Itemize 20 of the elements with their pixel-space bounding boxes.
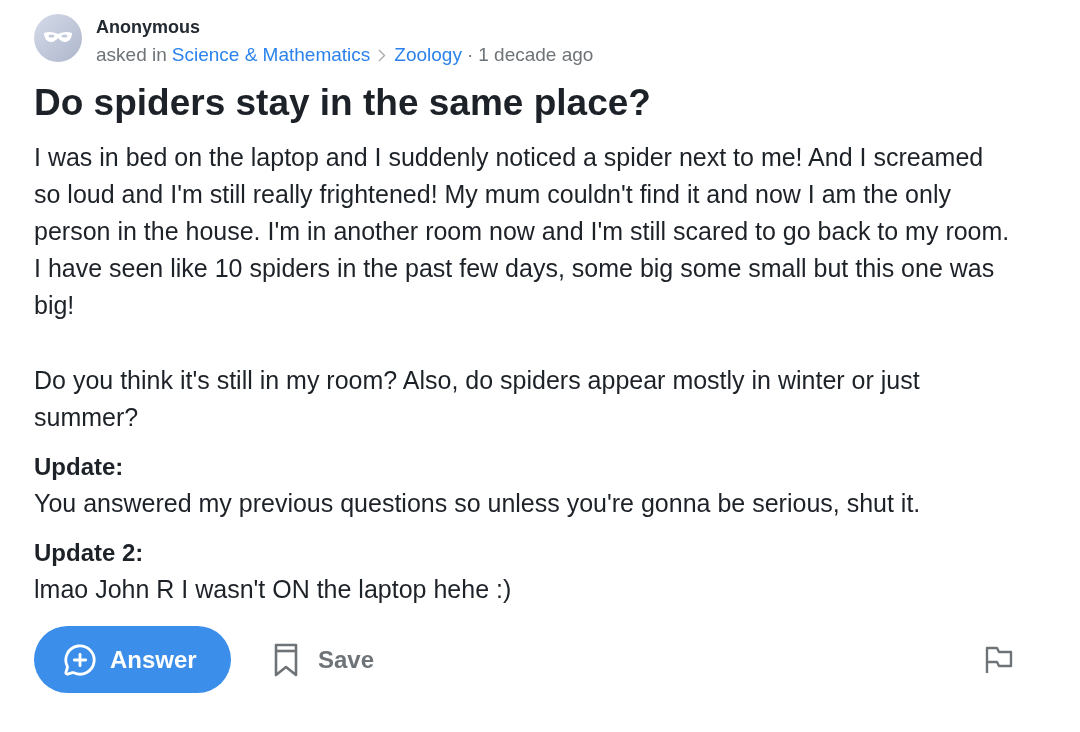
anonymous-avatar-icon bbox=[34, 14, 82, 62]
post-age: 1 decade ago bbox=[478, 43, 594, 67]
save-button[interactable]: Save bbox=[274, 641, 375, 678]
chat-plus-icon bbox=[63, 642, 97, 677]
update-heading: Update 2: bbox=[34, 538, 145, 568]
chevron-right-icon bbox=[378, 48, 387, 62]
update-heading: Update: bbox=[34, 452, 125, 482]
question-body-paragraph: Do you think it's still in my room? Also, do spiders appear mostly in winter or just summer? bbox=[34, 365, 921, 433]
author-name: Anonymous bbox=[96, 16, 201, 39]
answer-button[interactable]: Answer bbox=[34, 626, 231, 693]
bookmark-icon bbox=[274, 642, 298, 677]
subcategory-link[interactable]: Zoology bbox=[394, 41, 462, 69]
separator-dot: · bbox=[466, 43, 474, 67]
question-title: Do spiders stay in the same place? bbox=[34, 81, 652, 125]
update-text: lmao John R I wasn't ON the laptop hehe :) bbox=[34, 574, 513, 605]
question-body-paragraph: I was in bed on the laptop and I suddenly noticed a spider next to me! And I screamed so loud and I'm still really frightened! My mum couldn't find it and now I am the only person in the house. I'm in another room now and I'm still scared to go back to my room. I have seen like 10 spiders in the past few days, some big some small but this one was big! bbox=[34, 142, 1011, 321]
asked-in-label: asked in bbox=[96, 43, 167, 67]
update-text: You answered my previous questions so unless you're gonna be serious, shut it. bbox=[34, 488, 922, 519]
category-link[interactable]: Science & Mathematics bbox=[171, 41, 371, 69]
flag-icon[interactable] bbox=[985, 645, 1013, 674]
